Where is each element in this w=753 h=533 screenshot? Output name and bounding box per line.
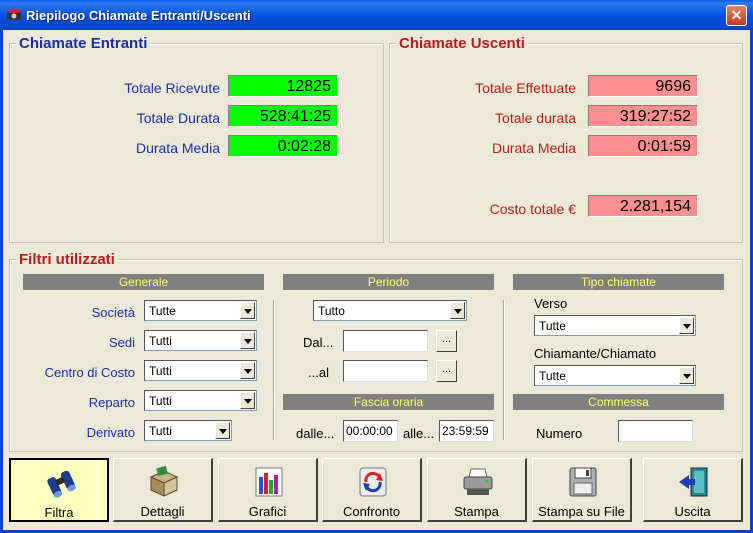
window-title: Riepilogo Chiamate Entranti/Uscenti (26, 8, 251, 23)
dettagli-label: Dettagli (140, 504, 185, 519)
label-reparto: Reparto (88, 395, 135, 410)
filtri-title: Filtri utilizzati (16, 251, 118, 268)
header-commessa: Commessa (513, 394, 724, 410)
app-icon (7, 9, 21, 20)
label-dalle: dalle... (296, 426, 335, 441)
input-numero[interactable] (618, 420, 693, 442)
confronto-label: Confronto (342, 504, 401, 519)
stampa-su-file-button[interactable]: Stampa su File (532, 458, 632, 522)
select-sedi-value: Tutti (149, 334, 172, 348)
label-durata-media-entranti: Durata Media (135, 140, 220, 156)
chevron-down-icon[interactable] (240, 302, 255, 319)
entranti-title: Chiamate Entranti (16, 35, 151, 52)
select-derivato-value: Tutti (149, 424, 172, 438)
value-totale-effettuate: 9696 (588, 75, 698, 97)
select-chiamante-chiamato-value: Tutte (539, 369, 566, 383)
box-icon (149, 465, 179, 497)
label-costo-totale: Costo totale € (489, 201, 576, 217)
stampa-label: Stampa (454, 504, 499, 519)
label-alle: alle... (403, 426, 435, 441)
value-durata-media-entranti: 0:02:28 (228, 135, 338, 157)
select-derivato[interactable]: Tutti (144, 420, 232, 441)
printer-icon (463, 468, 493, 495)
chevron-down-icon[interactable] (215, 422, 230, 439)
separator-2 (503, 300, 505, 440)
uscita-button[interactable]: Uscita (643, 458, 743, 522)
header-tipo-chiamate: Tipo chiamate (513, 274, 724, 290)
chevron-down-icon[interactable] (240, 362, 255, 379)
header-generale: Generale (23, 274, 264, 290)
select-sedi[interactable]: Tutti (144, 330, 257, 351)
input-alle[interactable]: 23:59:59 (439, 420, 494, 442)
input-dal[interactable] (343, 330, 428, 352)
stampa-su-file-label: Stampa su File (538, 504, 625, 519)
stampa-button[interactable]: Stampa (427, 458, 527, 522)
select-verso[interactable]: Tutte (534, 315, 696, 336)
binoculars-icon (47, 470, 76, 498)
label-chiamante-chiamato: Chiamante/Chiamato (534, 346, 657, 361)
select-chiamante-chiamato[interactable]: Tutte (534, 365, 696, 386)
chevron-down-icon[interactable] (450, 302, 465, 319)
chevron-down-icon[interactable] (240, 332, 255, 349)
value-costo-totale: 2.281,154 (588, 195, 698, 217)
grafici-label: Grafici (248, 504, 287, 519)
button-dal-picker[interactable]: ... (436, 330, 457, 352)
label-societa: Società (91, 305, 135, 320)
label-verso: Verso (534, 296, 568, 311)
floppy-disk-icon (569, 467, 597, 497)
value-totale-durata: 528:41:25 (228, 105, 338, 127)
label-totale-effettuate: Totale Effettuate (475, 80, 576, 96)
value-durata-media-uscenti: 0:01:59 (588, 135, 698, 157)
select-reparto[interactable]: Tutti (144, 390, 257, 411)
label-durata-media-uscenti: Durata Media (491, 140, 576, 156)
close-button[interactable]: ✕ (726, 5, 747, 26)
grafici-button[interactable]: Grafici (218, 458, 318, 522)
label-al: ...al (308, 365, 329, 380)
label-totale-durata-uscenti: Totale durata (495, 110, 576, 126)
filtra-label: Filtra (44, 505, 74, 520)
select-periodo-value: Tutto (318, 304, 345, 318)
label-dal: Dal... (303, 335, 334, 350)
filtra-button[interactable]: Filtra (9, 458, 109, 522)
separator-1 (273, 300, 275, 440)
refresh-icon (359, 467, 387, 497)
select-centro-di-costo-value: Tutti (149, 364, 172, 378)
input-al[interactable] (343, 360, 428, 382)
label-totale-ricevute: Totale Ricevute (124, 80, 220, 96)
select-societa[interactable]: Tutte (144, 300, 257, 321)
value-totale-ricevute: 12825 (228, 75, 338, 97)
input-dalle[interactable]: 00:00:00 (343, 420, 398, 442)
chevron-down-icon[interactable] (240, 392, 255, 409)
select-periodo[interactable]: Tutto (313, 300, 467, 321)
select-centro-di-costo[interactable]: Tutti (144, 360, 257, 381)
label-derivato: Derivato (86, 425, 135, 440)
select-reparto-value: Tutti (149, 394, 172, 408)
uscita-label: Uscita (674, 504, 711, 519)
label-centro-di-costo: Centro di Costo (44, 365, 135, 380)
title-bar: Riepilogo Chiamate Entranti/Uscenti ✕ (0, 0, 753, 30)
select-verso-value: Tutte (539, 319, 566, 333)
chevron-down-icon[interactable] (679, 317, 694, 334)
exit-door-icon (679, 467, 708, 497)
bar-chart-icon (255, 467, 283, 497)
select-societa-value: Tutte (149, 304, 176, 318)
uscenti-title: Chiamate Uscenti (396, 35, 528, 52)
label-sedi: Sedi (108, 335, 135, 350)
label-numero: Numero (536, 426, 583, 441)
header-fascia-oraria: Fascia oraria (283, 394, 494, 410)
dettagli-button[interactable]: Dettagli (113, 458, 213, 522)
button-al-picker[interactable]: ... (436, 360, 457, 382)
confronto-button[interactable]: Confronto (322, 458, 422, 522)
chevron-down-icon[interactable] (679, 367, 694, 384)
value-totale-durata-uscenti: 319:27:52 (588, 105, 698, 127)
label-totale-durata: Totale Durata (136, 110, 220, 126)
header-periodo: Periodo (283, 274, 494, 290)
